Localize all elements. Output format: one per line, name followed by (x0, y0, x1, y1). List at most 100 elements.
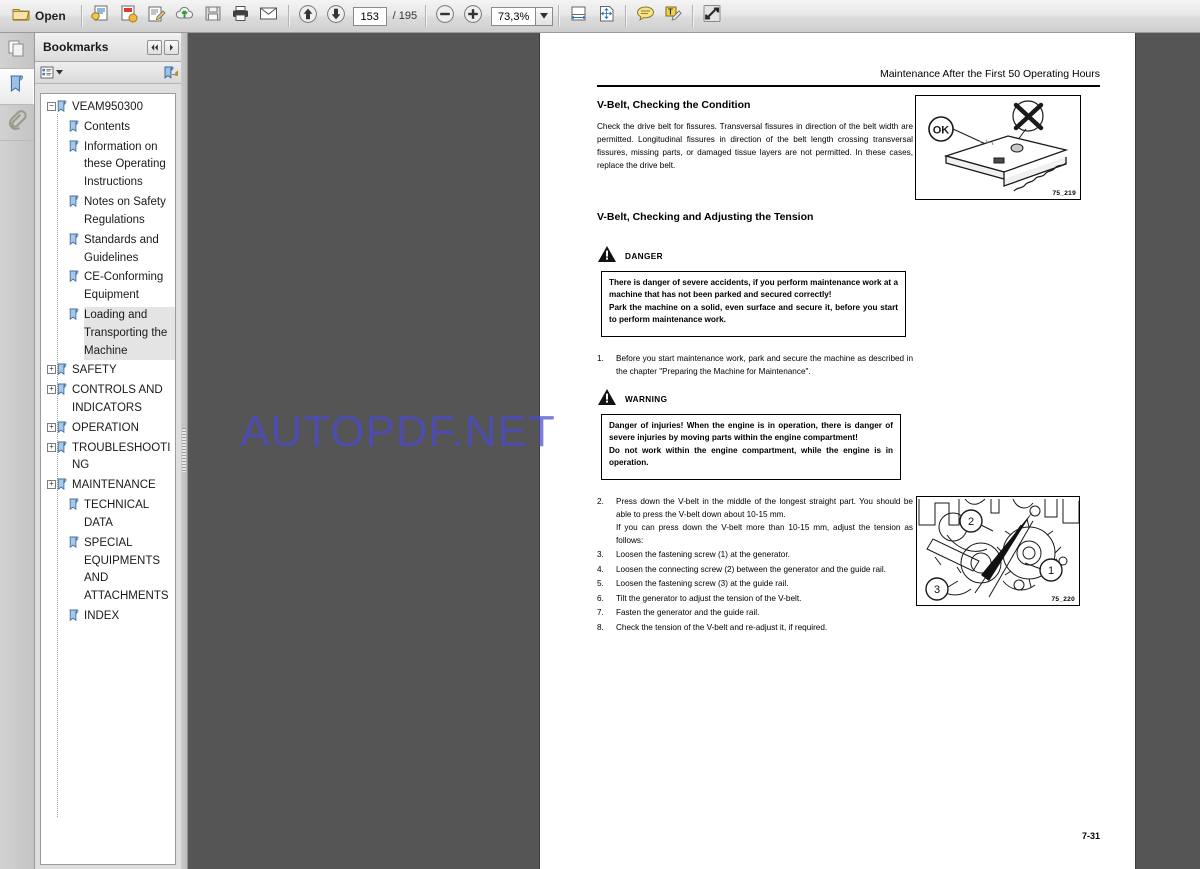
toolbar-separator (625, 5, 627, 27)
svg-text:2: 2 (968, 516, 974, 528)
bookmark-item[interactable]: INDEX (41, 607, 175, 627)
upload-cloud-button[interactable] (172, 3, 198, 29)
zoom-dropdown-button[interactable] (535, 6, 554, 26)
open-button[interactable]: Open (7, 3, 75, 29)
open-button-label: Open (35, 9, 66, 23)
zoom-out-button[interactable] (432, 3, 458, 29)
panel-splitter[interactable] (181, 33, 188, 869)
next-page-icon (326, 4, 346, 29)
svg-text:1: 1 (1048, 565, 1054, 577)
expand-node-icon[interactable]: + (47, 422, 56, 432)
bookmark-item-label: Standards and Guidelines (84, 233, 159, 264)
save-copy-button[interactable] (88, 3, 114, 29)
fit-page-icon (597, 5, 616, 28)
bookmark-item[interactable]: + CONTROLS AND INDICATORS (41, 381, 175, 419)
bookmark-item-label: TECHNICAL DATA (84, 499, 149, 529)
bookmark-options-button[interactable] (40, 66, 63, 79)
attachments-button[interactable] (0, 105, 34, 141)
section1-heading: V-Belt, Checking the Condition (597, 99, 751, 111)
document-view[interactable]: Maintenance After the First 50 Operating… (188, 33, 1200, 869)
svg-text:3: 3 (934, 584, 940, 596)
toolbar-separator (425, 5, 427, 27)
bookmark-twisty-placeholder (59, 272, 68, 281)
email-button[interactable] (256, 3, 282, 29)
bookmark-icon (57, 383, 69, 399)
bookmark-item[interactable]: + SAFETY (41, 361, 175, 381)
bookmarks-tree: − VEAM950300 Contents Information on these … (41, 94, 175, 818)
edit-pdf-button[interactable] (144, 3, 170, 29)
bookmark-item[interactable]: + OPERATION (41, 419, 175, 439)
full-screen-button[interactable] (699, 3, 725, 29)
danger-notice-header: DANGER (597, 245, 663, 268)
page-number-input[interactable]: 153 (352, 6, 387, 26)
highlight-text-button[interactable]: T (660, 3, 686, 29)
panel-collapse-button[interactable] (147, 39, 162, 55)
zoom-in-button[interactable] (460, 3, 486, 29)
bookmark-icon (69, 609, 81, 625)
step-number: 8. (597, 622, 604, 632)
danger-box: There is danger of severe accidents, if … (601, 271, 906, 337)
collapse-node-icon[interactable]: − (47, 102, 56, 111)
page-thumbnails-icon (7, 38, 27, 63)
expand-node-icon[interactable]: + (47, 480, 56, 490)
panel-expand-button[interactable] (164, 39, 179, 55)
save-button[interactable] (200, 3, 226, 29)
bookmark-icon (69, 270, 81, 286)
step-text: Fasten the generator and the guide rail. (616, 608, 760, 618)
expand-node-icon[interactable]: + (47, 442, 56, 452)
bookmark-icon (69, 120, 81, 136)
expand-node-icon[interactable]: + (47, 365, 56, 375)
bookmark-item[interactable]: + TROUBLESHOOTING (41, 439, 175, 477)
bookmark-item[interactable]: Contents (41, 118, 175, 138)
bookmark-twisty-placeholder (59, 142, 68, 151)
step-text: Before you start maintenance work, park … (616, 354, 913, 376)
splitter-grip[interactable] (182, 428, 186, 472)
expand-node-icon[interactable]: + (47, 385, 56, 395)
bookmarks-button[interactable] (0, 69, 34, 105)
svg-text:OK: OK (933, 125, 950, 137)
bookmark-item[interactable]: Notes on Safety Regulations (41, 193, 175, 231)
bookmark-item-label: Loading and Transporting the Machine (84, 306, 175, 361)
create-pdf-button[interactable] (116, 3, 142, 29)
sticky-note-button[interactable] (632, 3, 658, 29)
fit-width-button[interactable] (565, 3, 591, 29)
bookmark-icon (69, 498, 81, 514)
bookmark-item-label: SAFETY (72, 364, 117, 377)
fit-page-button[interactable] (593, 3, 619, 29)
bookmark-icon (57, 441, 69, 457)
bookmark-item[interactable]: + MAINTENANCE (41, 476, 175, 496)
create-pdf-icon (119, 5, 138, 28)
figure1-caption: 75_219 (1052, 190, 1076, 197)
bookmark-icon (57, 363, 69, 379)
pdf-reader-window: Open 153 / 195 73,3% T Bookmarks − VEAM9… (0, 0, 1200, 869)
bookmark-icon (69, 195, 81, 211)
bookmark-icon (69, 308, 81, 324)
bookmark-item[interactable]: − VEAM950300 (41, 98, 175, 118)
page-thumbnails-button[interactable] (0, 33, 34, 69)
print-button[interactable] (228, 3, 254, 29)
toolbar-separator (558, 5, 560, 27)
zoom-level-input[interactable]: 73,3% (491, 6, 536, 26)
bookmarks-tree-container[interactable]: − VEAM950300 Contents Information on these … (40, 93, 176, 865)
zoom-out-icon (435, 4, 455, 29)
sticky-note-icon (636, 5, 655, 27)
new-bookmark-button[interactable] (163, 66, 178, 80)
v-belt-condition-figure: OK 75_219 (915, 95, 1081, 200)
bookmark-item[interactable]: Information on these Operating Instructi… (41, 138, 175, 193)
bookmark-item[interactable]: SPECIAL EQUIPMENTS AND ATTACHMENTS (41, 534, 175, 607)
bookmark-item-label: Notes on Safety Regulations (84, 196, 166, 226)
next-page-button[interactable] (323, 3, 349, 29)
pdf-page: Maintenance After the First 50 Operating… (540, 33, 1135, 869)
previous-page-button[interactable] (295, 3, 321, 29)
bookmark-twisty-placeholder (59, 122, 68, 131)
total-pages-label: / 195 (392, 10, 418, 22)
chevron-down-icon (540, 13, 549, 19)
list-item: 2. Press down the V-belt in the middle of… (597, 496, 913, 548)
bookmark-item[interactable]: Standards and Guidelines (41, 231, 175, 269)
step-text: Loosen the fastening screw (3) at the gu… (616, 579, 789, 589)
step-text: Loosen the fastening screw (1) at the ge… (616, 550, 790, 560)
bookmark-item[interactable]: CE-Conforming Equipment (41, 268, 175, 306)
bookmark-item[interactable]: Loading and Transporting the Machine (41, 306, 175, 361)
step-text: Press down the V-belt in the middle of t… (616, 497, 913, 545)
bookmark-item[interactable]: TECHNICAL DATA (41, 496, 175, 534)
